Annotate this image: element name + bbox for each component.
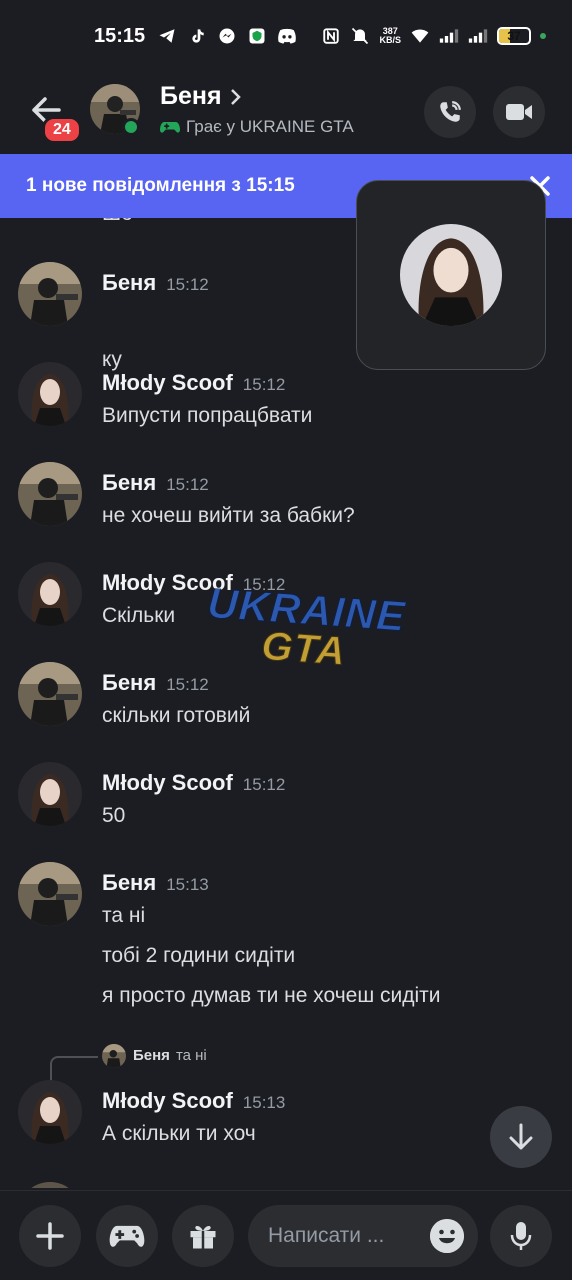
- message-time: 15:12: [166, 275, 209, 294]
- unread-badge: 24: [42, 116, 82, 144]
- add-attachment-button[interactable]: [19, 1205, 81, 1267]
- activities-button[interactable]: [96, 1205, 158, 1267]
- author-name[interactable]: Беня: [102, 870, 156, 895]
- activity-status: Грає у UKRAINE GTA: [160, 117, 354, 137]
- messenger-icon: [217, 26, 237, 46]
- author-name[interactable]: Młody Scoof: [102, 370, 233, 395]
- author-name[interactable]: Беня: [102, 270, 156, 295]
- contact-name: Беня: [160, 82, 222, 110]
- clock: 15:15: [94, 24, 146, 47]
- author-name[interactable]: Młody Scoof: [102, 1088, 233, 1113]
- scroll-to-bottom-button[interactable]: [490, 1106, 552, 1168]
- message-text: Випусти попрацбвати: [102, 404, 313, 427]
- author-line: Młody Scoof 15:12: [102, 370, 285, 396]
- telegram-icon: [157, 26, 177, 46]
- emoji-button[interactable]: [430, 1219, 464, 1253]
- call-pip-window[interactable]: [356, 180, 546, 370]
- microphone-icon: [510, 1222, 532, 1250]
- message-time: 15:13: [242, 1093, 286, 1112]
- author-name[interactable]: Беня: [102, 470, 156, 495]
- message-text: А скільки ти хоч: [102, 1122, 256, 1145]
- signal-icon: [439, 26, 459, 46]
- message-time: 15:13: [166, 875, 209, 894]
- mute-icon: [350, 26, 370, 46]
- message-text: не хочеш вийти за бабки?: [102, 504, 355, 527]
- message-time: 15:12: [242, 775, 286, 794]
- message-text: я просто думав ти не хочеш сидіти: [102, 984, 441, 1007]
- message-input-placeholder: Написати ...: [268, 1224, 385, 1247]
- ukraine-gta-watermark: UKRAINE GTA: [204, 579, 407, 675]
- tiktok-icon: [187, 26, 207, 46]
- message-time: 15:12: [242, 375, 286, 394]
- author-name[interactable]: Беня: [102, 670, 156, 695]
- activity-text: Грає у UKRAINE GTA: [186, 117, 354, 136]
- author-line: Беня 15:12: [102, 670, 209, 696]
- author-avatar[interactable]: [18, 862, 82, 926]
- reply-text: та ні: [175, 1047, 207, 1064]
- author-avatar[interactable]: [18, 462, 82, 526]
- wifi-icon: [410, 26, 430, 46]
- gamepad-icon: [160, 122, 180, 133]
- video-camera-icon: [506, 104, 532, 120]
- message-text: скільки готовий: [102, 704, 251, 727]
- chat-header: 24 Беня Грає у UKRAINE GTA: [0, 72, 572, 154]
- author-line: Беня 15:12: [102, 270, 209, 296]
- author-avatar[interactable]: [18, 362, 82, 426]
- status-bar: 15:15 387 KB/S 37: [0, 0, 572, 72]
- vpn-shield-icon: [247, 26, 267, 46]
- message-text: Скільки: [102, 604, 176, 627]
- arrow-down-icon: [509, 1123, 533, 1150]
- discord-icon: [277, 26, 297, 46]
- gamepad-icon: [109, 1225, 145, 1247]
- author-avatar[interactable]: [18, 762, 82, 826]
- gift-button[interactable]: [172, 1205, 234, 1267]
- voice-message-button[interactable]: [490, 1205, 552, 1267]
- author-line: Młody Scoof 15:12: [102, 770, 285, 796]
- gift-icon: [190, 1225, 216, 1249]
- message-text: тобі 2 години сидіти: [102, 944, 296, 967]
- message-text: та ні: [102, 904, 146, 927]
- author-avatar[interactable]: [18, 1182, 82, 1188]
- plus-icon: [36, 1222, 64, 1250]
- charging-dot: [540, 33, 546, 39]
- author-line: Młody Scoof 15:13: [102, 1088, 285, 1114]
- message-text: Шо: [102, 218, 133, 226]
- reply-avatar: [102, 1044, 126, 1068]
- message-input[interactable]: Написати ...: [248, 1205, 478, 1267]
- video-call-button[interactable]: [493, 86, 545, 138]
- reply-preview[interactable]: Беня та ні: [133, 1047, 207, 1064]
- signal-2-icon: [468, 26, 488, 46]
- new-messages-text: 1 нове повідомлення з 15:15: [26, 175, 295, 196]
- composer-bar: Написати ...: [0, 1190, 572, 1280]
- message-time: 15:12: [166, 675, 209, 694]
- reply-author: Беня: [133, 1047, 170, 1064]
- chat-title[interactable]: Беня: [160, 82, 242, 111]
- battery-percent: 37: [507, 29, 521, 43]
- author-avatar[interactable]: [18, 662, 82, 726]
- author-avatar[interactable]: [18, 562, 82, 626]
- network-speed-unit: KB/S: [379, 35, 401, 45]
- network-speed: 387 KB/S: [379, 27, 401, 45]
- author-line: Беня 15:12: [102, 470, 209, 496]
- author-avatar[interactable]: [18, 1080, 82, 1144]
- nfc-icon: [321, 26, 341, 46]
- message-time: 15:12: [166, 475, 209, 494]
- author-name[interactable]: Młody Scoof: [102, 770, 233, 795]
- message-text: 50: [102, 804, 126, 827]
- message-text: ку: [102, 348, 122, 371]
- voice-call-button[interactable]: [424, 86, 476, 138]
- battery-indicator: 37: [497, 27, 531, 45]
- smiley-icon: [430, 1219, 464, 1253]
- reply-connector: [50, 1056, 98, 1082]
- author-line: Беня 15:13: [102, 870, 209, 896]
- phone-icon: [440, 101, 461, 122]
- online-status-dot: [122, 118, 140, 136]
- pip-avatar: [400, 224, 502, 326]
- author-avatar[interactable]: [18, 262, 82, 326]
- chevron-right-icon: [230, 88, 241, 105]
